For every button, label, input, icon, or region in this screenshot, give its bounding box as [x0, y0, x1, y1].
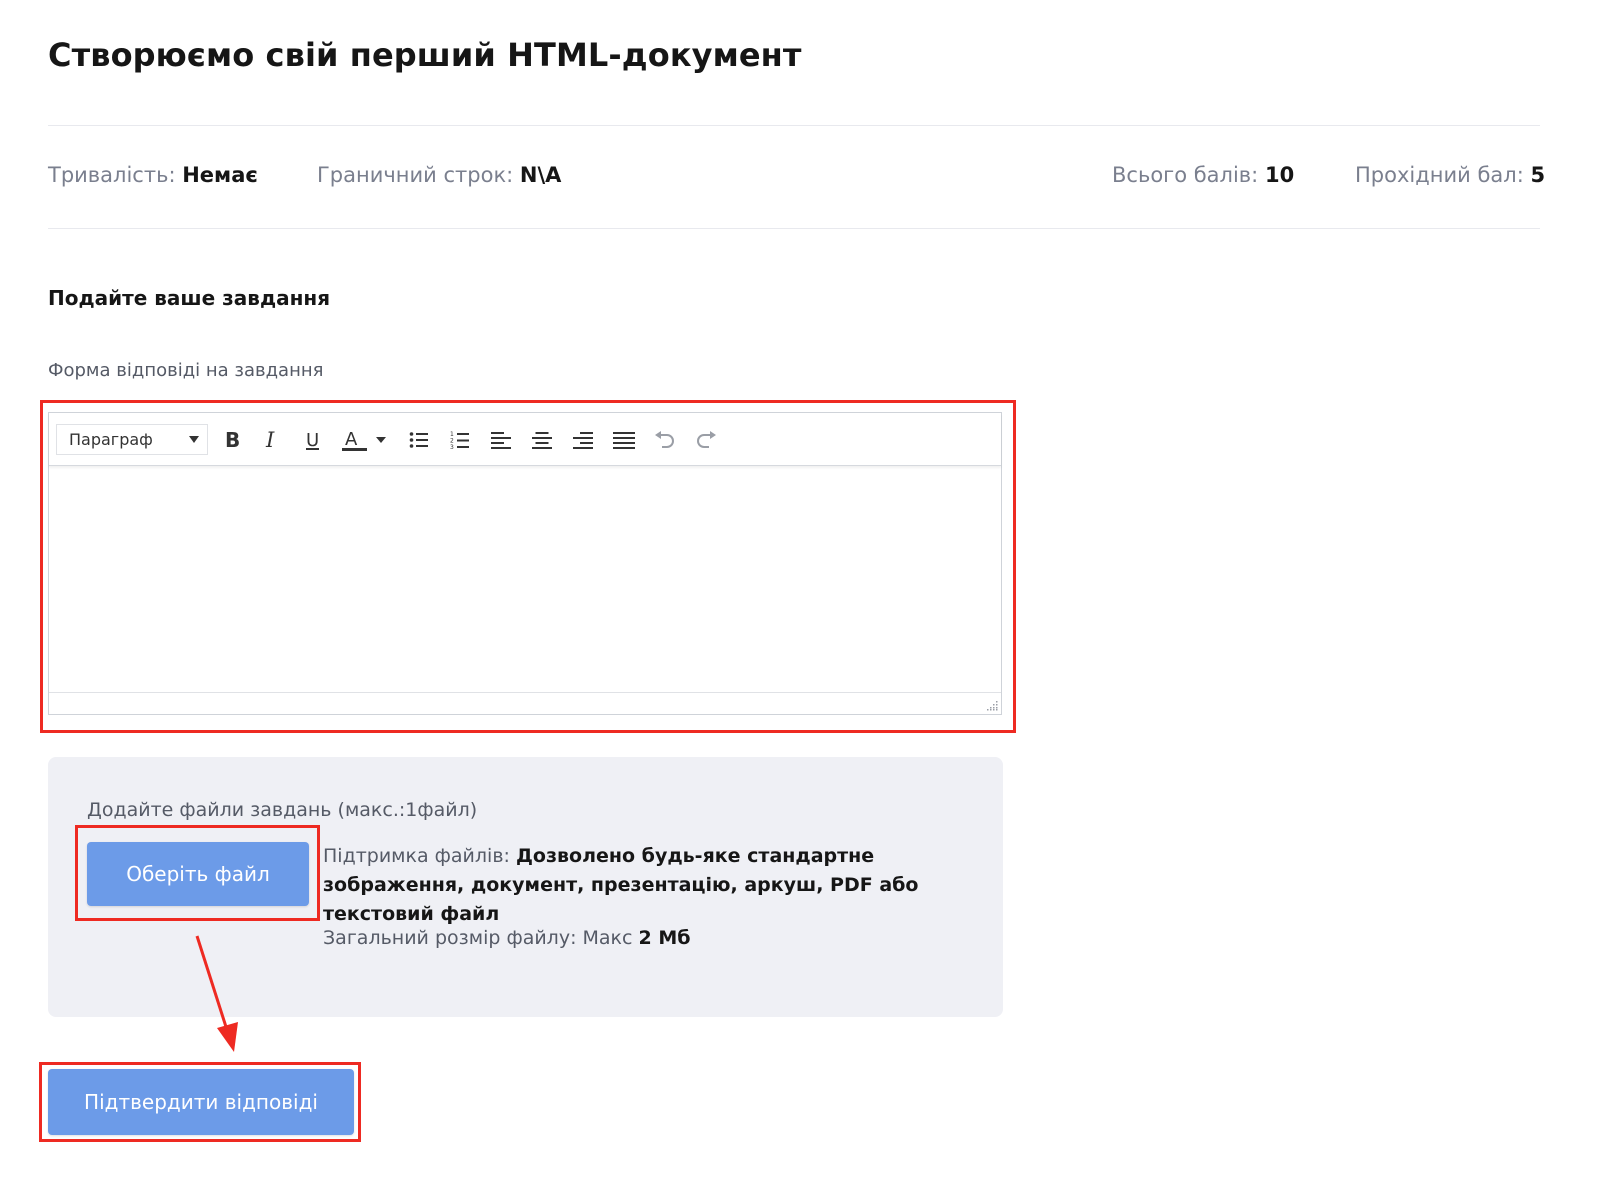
meta-deadline-value: N\A: [519, 163, 562, 187]
file-size-label: Загальний розмір файлу: Макс: [323, 927, 633, 949]
editor-statusbar: [49, 692, 1001, 714]
divider-meta: [48, 228, 1540, 229]
file-support-info: Підтримка файлів: Дозволено будь-яке ста…: [323, 842, 973, 929]
redo-icon[interactable]: [691, 424, 721, 455]
resize-handle-icon[interactable]: [986, 699, 998, 711]
choose-file-button[interactable]: Оберіть файл: [87, 842, 309, 906]
answer-form-label: Форма відповіді на завдання: [48, 360, 324, 381]
meta-duration-label: Тривалість:: [48, 163, 176, 187]
format-select-value: Параграф: [69, 430, 153, 449]
text-color-icon[interactable]: A: [339, 424, 389, 455]
submit-answers-button[interactable]: Підтвердити відповіді: [48, 1069, 354, 1135]
meta-duration-value: Немає: [182, 163, 258, 187]
undo-icon[interactable]: [650, 424, 680, 455]
editor-content-area[interactable]: [49, 467, 1001, 693]
bullet-list-icon[interactable]: [404, 424, 434, 455]
divider-top: [48, 125, 1540, 126]
svg-text:A: A: [345, 429, 358, 450]
page-title: Створюємо свій перший HTML-документ: [48, 36, 802, 74]
format-select[interactable]: Параграф: [56, 424, 208, 455]
underline-icon[interactable]: U: [298, 424, 328, 455]
file-upload-panel: Додайте файли завдань (макс.:1файл) Обер…: [48, 757, 1003, 1017]
italic-icon[interactable]: I: [257, 424, 287, 455]
meta-total-points-value: 10: [1264, 163, 1295, 187]
file-support-label: Підтримка файлів:: [323, 845, 510, 867]
meta-deadline: Граничний строк: N\A: [317, 163, 561, 187]
align-right-icon[interactable]: [568, 424, 598, 455]
meta-passing-score: Прохідний бал: 5: [1355, 163, 1545, 187]
file-size-value: 2 Мб: [638, 927, 691, 949]
bold-icon[interactable]: B: [217, 424, 247, 455]
meta-passing-score-value: 5: [1530, 163, 1546, 187]
svg-text:B: B: [225, 429, 240, 451]
upload-label: Додайте файли завдань (макс.:1файл): [87, 799, 478, 821]
align-center-icon[interactable]: [527, 424, 557, 455]
rich-text-editor: Параграф B I U A 123: [48, 412, 1002, 715]
meta-total-points: Всього балів: 10: [1112, 163, 1294, 187]
svg-text:U: U: [306, 430, 319, 451]
chevron-down-icon: [189, 436, 199, 443]
justify-icon[interactable]: [609, 424, 639, 455]
svg-text:3: 3: [450, 444, 454, 450]
meta-duration: Тривалість: Немає: [48, 163, 258, 187]
align-left-icon[interactable]: [486, 424, 516, 455]
svg-text:I: I: [265, 429, 275, 451]
numbered-list-icon[interactable]: 123: [445, 424, 475, 455]
meta-passing-score-label: Прохідний бал:: [1355, 163, 1524, 187]
editor-toolbar: Параграф B I U A 123: [49, 413, 1001, 466]
meta-total-points-label: Всього балів:: [1112, 163, 1259, 187]
section-title: Подайте ваше завдання: [48, 286, 331, 310]
meta-deadline-label: Граничний строк:: [317, 163, 514, 187]
file-size-info: Загальний розмір файлу: Макс 2 Мб: [323, 927, 691, 949]
